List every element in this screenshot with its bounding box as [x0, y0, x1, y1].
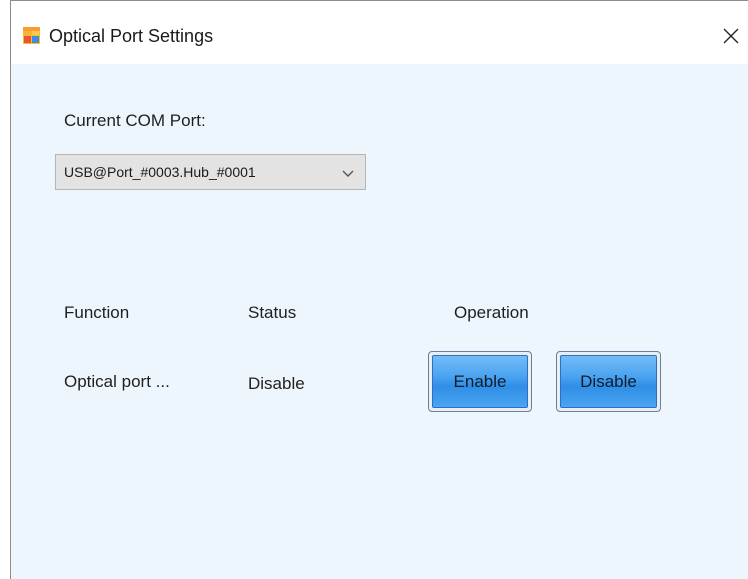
- operation-header: Operation: [454, 303, 529, 322]
- enable-button-label: Enable: [432, 355, 528, 408]
- function-cell: Optical port ...: [64, 372, 170, 391]
- disable-button[interactable]: Disable: [556, 351, 661, 412]
- close-icon: [723, 28, 739, 44]
- close-button[interactable]: [714, 19, 748, 53]
- disable-button-label: Disable: [560, 355, 657, 408]
- app-window-icon: [23, 27, 40, 44]
- status-header: Status: [248, 303, 297, 322]
- enable-button[interactable]: Enable: [428, 351, 532, 412]
- title-bar: Optical Port Settings: [11, 1, 748, 64]
- chevron-down-icon: [342, 170, 354, 177]
- status-cell: Disable: [248, 374, 305, 393]
- com-port-label: Current COM Port:: [64, 111, 206, 130]
- function-header: Function: [64, 303, 130, 322]
- optical-port-settings-dialog: Optical Port Settings Current COM Port: …: [10, 0, 748, 579]
- window-title: Optical Port Settings: [49, 26, 214, 46]
- com-port-selected-value: USB@Port_#0003.Hub_#0001: [64, 164, 256, 180]
- com-port-dropdown[interactable]: USB@Port_#0003.Hub_#0001: [55, 154, 366, 190]
